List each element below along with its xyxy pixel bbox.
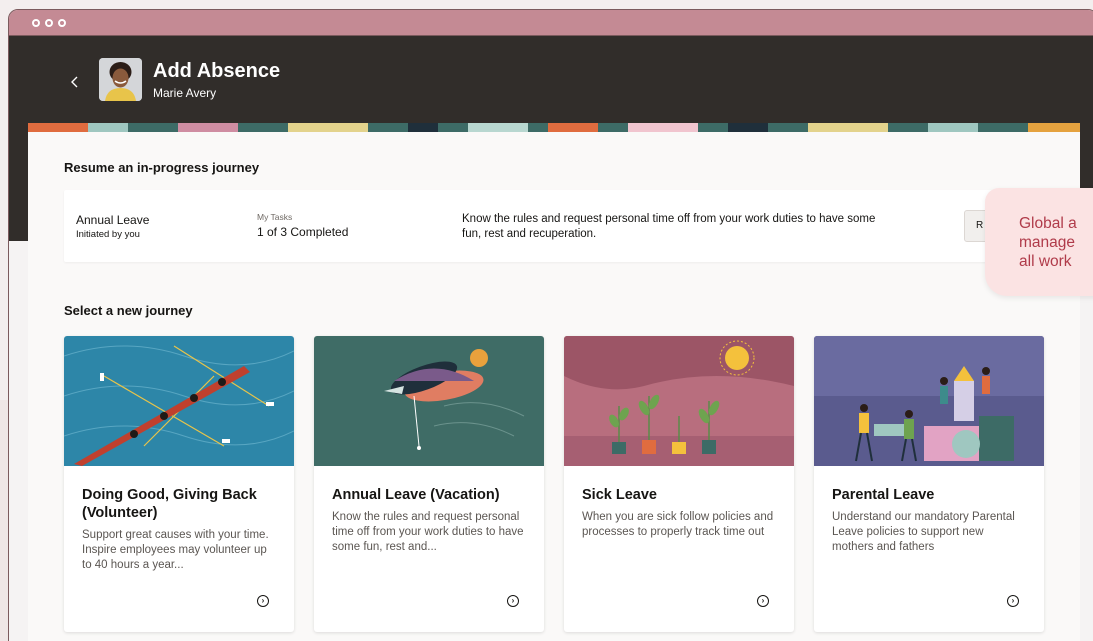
card-description: Know the rules and request personal time… — [332, 511, 524, 553]
journey-name: Annual Leave — [76, 213, 150, 227]
content-panel: Resume an in-progress journey Annual Lea… — [28, 123, 1080, 641]
arrow-circle-right-icon[interactable]: › — [1007, 595, 1019, 607]
arrow-circle-right-icon[interactable]: › — [757, 595, 769, 607]
tasks-label: My Tasks — [257, 212, 293, 222]
window-close-dot[interactable] — [32, 18, 40, 27]
journey-card-parental-leave[interactable]: Parental Leave Understand our mandatory … — [814, 336, 1044, 632]
journey-card-sick-leave[interactable]: Sick Leave When you are sick follow poli… — [564, 336, 794, 632]
arrow-circle-right-icon[interactable]: › — [507, 595, 519, 607]
page-subtitle: Marie Avery — [153, 86, 217, 100]
avatar — [99, 58, 142, 101]
arrow-circle-right-icon[interactable]: › — [257, 595, 269, 607]
window-maximize-dot[interactable] — [58, 18, 66, 27]
callout-line: Global a — [1019, 215, 1077, 232]
card-title: Annual Leave (Vacation) — [332, 487, 500, 503]
browser-window: Add Absence Marie Avery Resume an in-pro… — [8, 9, 1093, 641]
callout-line: manage — [1019, 234, 1076, 251]
new-journey-section-title: Select a new journey — [64, 303, 193, 318]
card-title: Parental Leave — [832, 487, 935, 503]
journey-description: Know the rules and request personal time… — [462, 213, 876, 240]
window-titlebar — [9, 10, 1093, 36]
card-description: Support great causes with your time. Ins… — [82, 529, 269, 571]
journey-card-volunteer[interactable]: Doing Good, Giving Back (Volunteer) Supp… — [64, 336, 294, 632]
tasks-progress: 1 of 3 Completed — [257, 225, 349, 239]
info-callout: Global a manage all work — [985, 188, 1093, 296]
skydiving-illustration — [314, 336, 544, 466]
page-title: Add Absence — [153, 60, 281, 82]
window-minimize-dot[interactable] — [45, 18, 53, 27]
back-button[interactable] — [67, 74, 83, 90]
resume-section-title: Resume an in-progress journey — [64, 160, 260, 175]
chevron-left-icon — [71, 76, 78, 88]
card-title: Sick Leave — [582, 487, 657, 503]
card-description: Understand our mandatory Parental Leave … — [832, 511, 1015, 553]
plants-sun-illustration — [564, 336, 794, 466]
journey-card-annual-leave[interactable]: Annual Leave (Vacation) Know the rules a… — [314, 336, 544, 632]
card-title: Doing Good, Giving Back (Volunteer) — [82, 487, 257, 521]
resume-journey-card[interactable]: Annual Leave Initiated by you My Tasks 1… — [64, 190, 1064, 262]
rowing-boat-illustration — [64, 336, 294, 466]
callout-line: all work — [1019, 253, 1072, 270]
journey-initiator: Initiated by you — [76, 229, 140, 240]
decorative-banner — [28, 123, 1080, 132]
card-description: When you are sick follow policies and pr… — [582, 511, 774, 538]
building-blocks-illustration — [814, 336, 1044, 466]
